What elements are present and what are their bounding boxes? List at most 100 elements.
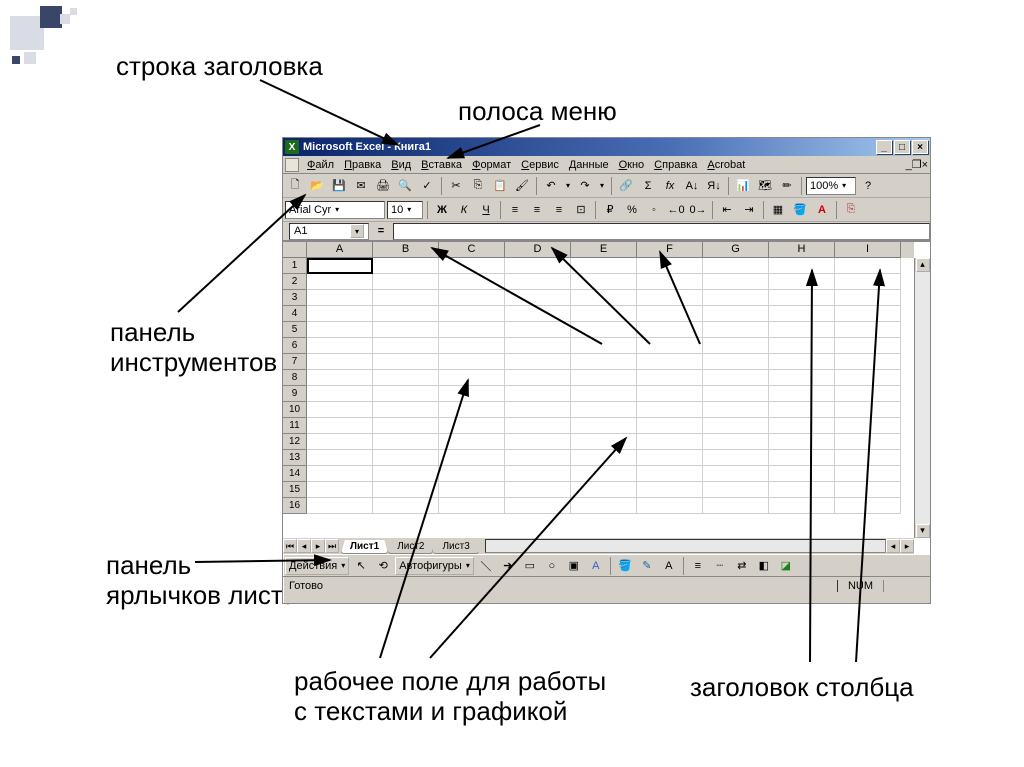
row-header-8[interactable]: 8 (283, 370, 307, 386)
menu-data[interactable]: Данные (564, 158, 614, 172)
cell[interactable] (571, 354, 637, 370)
menu-bar[interactable]: Файл Правка Вид Вставка Формат Сервис Да… (283, 156, 930, 174)
cell[interactable] (373, 418, 439, 434)
col-header-D[interactable]: D (505, 242, 571, 258)
oval-icon[interactable]: ○ (542, 556, 562, 576)
cell[interactable] (571, 274, 637, 290)
cell[interactable] (373, 258, 439, 274)
formula-input[interactable] (393, 223, 930, 240)
sort-asc-icon[interactable]: A↓ (682, 176, 702, 196)
cell[interactable] (571, 482, 637, 498)
cell[interactable] (505, 290, 571, 306)
cell[interactable] (439, 258, 505, 274)
row-header-13[interactable]: 13 (283, 450, 307, 466)
cell[interactable] (571, 338, 637, 354)
menu-help[interactable]: Справка (649, 158, 702, 172)
cell[interactable] (637, 498, 703, 514)
cell[interactable] (769, 258, 835, 274)
autosum-icon[interactable]: Σ (638, 176, 658, 196)
cell[interactable] (835, 274, 901, 290)
map-icon[interactable]: 🗺 (755, 176, 775, 196)
tab-nav-prev[interactable]: ◂ (297, 539, 311, 553)
cell[interactable] (769, 306, 835, 322)
cell[interactable] (571, 322, 637, 338)
cell[interactable] (307, 354, 373, 370)
sheet-tab-1[interactable]: Лист1 (341, 540, 388, 554)
inc-decimal-icon[interactable]: ←0 (666, 200, 686, 220)
scroll-down-icon[interactable]: ▾ (916, 524, 930, 538)
shadow-icon[interactable]: ◧ (754, 556, 774, 576)
cell[interactable] (571, 306, 637, 322)
menu-edit[interactable]: Правка (339, 158, 386, 172)
autoshapes-dropdown[interactable]: Автофигуры▾ (395, 557, 474, 575)
rotate-icon[interactable]: ⟲ (373, 556, 393, 576)
row-header-2[interactable]: 2 (283, 274, 307, 290)
cell[interactable] (307, 402, 373, 418)
minimize-button[interactable]: _ (876, 140, 892, 154)
fontsize-combo[interactable]: 10▾ (387, 201, 423, 219)
row-header-5[interactable]: 5 (283, 322, 307, 338)
scroll-right-icon[interactable]: ▸ (900, 539, 914, 553)
cell[interactable] (505, 274, 571, 290)
font-color-draw-icon[interactable]: A (659, 556, 679, 576)
row-header-15[interactable]: 15 (283, 482, 307, 498)
cell[interactable] (571, 450, 637, 466)
cell[interactable] (769, 434, 835, 450)
menu-window[interactable]: Окно (614, 158, 650, 172)
preview-icon[interactable]: 🔍 (395, 176, 415, 196)
cell[interactable] (373, 386, 439, 402)
row-header-3[interactable]: 3 (283, 290, 307, 306)
percent-icon[interactable]: % (622, 200, 642, 220)
pdf-icon[interactable]: ⎘ (841, 200, 861, 220)
vertical-scrollbar[interactable]: ▴ ▾ (914, 258, 930, 538)
cell[interactable] (703, 386, 769, 402)
cell[interactable] (439, 274, 505, 290)
line-icon[interactable]: ＼ (476, 556, 496, 576)
cell[interactable] (703, 338, 769, 354)
underline-icon[interactable]: Ч (476, 200, 496, 220)
indent-left-icon[interactable]: ⇤ (717, 200, 737, 220)
cell[interactable] (637, 338, 703, 354)
dash-style-icon[interactable]: ┈ (710, 556, 730, 576)
cell[interactable] (505, 418, 571, 434)
cell[interactable] (307, 434, 373, 450)
col-header-G[interactable]: G (703, 242, 769, 258)
cell[interactable] (769, 322, 835, 338)
select-all-corner[interactable] (283, 242, 307, 258)
cell[interactable] (505, 450, 571, 466)
rectangle-icon[interactable]: ▭ (520, 556, 540, 576)
cell[interactable] (373, 274, 439, 290)
col-header-H[interactable]: H (769, 242, 835, 258)
cell[interactable] (703, 306, 769, 322)
cell[interactable] (571, 498, 637, 514)
worksheet-grid[interactable]: A B C D E F G H I ▴ ▾ ⏮ ◂ ▸ ⏭ Лист1 Лист… (283, 242, 930, 554)
cell[interactable] (637, 482, 703, 498)
doc-restore-button[interactable]: ❐ (912, 158, 922, 171)
cell[interactable] (373, 450, 439, 466)
cell[interactable] (637, 434, 703, 450)
cell[interactable] (769, 466, 835, 482)
cell[interactable] (769, 450, 835, 466)
cell[interactable] (835, 338, 901, 354)
row-header-9[interactable]: 9 (283, 386, 307, 402)
sheet-tab-2[interactable]: Лист2 (388, 540, 433, 554)
open-icon[interactable]: 📂 (307, 176, 327, 196)
wordart-icon[interactable]: A (586, 556, 606, 576)
cut-icon[interactable]: ✂ (446, 176, 466, 196)
cell[interactable] (373, 466, 439, 482)
cell[interactable] (307, 418, 373, 434)
col-header-E[interactable]: E (571, 242, 637, 258)
cell[interactable] (835, 290, 901, 306)
cell[interactable] (571, 466, 637, 482)
currency-icon[interactable]: ₽ (600, 200, 620, 220)
cell[interactable] (703, 370, 769, 386)
save-icon[interactable]: 💾 (329, 176, 349, 196)
cell[interactable] (439, 498, 505, 514)
select-objects-icon[interactable]: ↖ (351, 556, 371, 576)
cell[interactable] (769, 274, 835, 290)
comma-icon[interactable]: ◦ (644, 200, 664, 220)
doc-close-button[interactable]: × (922, 159, 928, 171)
formula-equals[interactable]: = (369, 225, 393, 237)
cell[interactable] (307, 306, 373, 322)
redo-dropdown[interactable]: ▾ (597, 176, 607, 196)
